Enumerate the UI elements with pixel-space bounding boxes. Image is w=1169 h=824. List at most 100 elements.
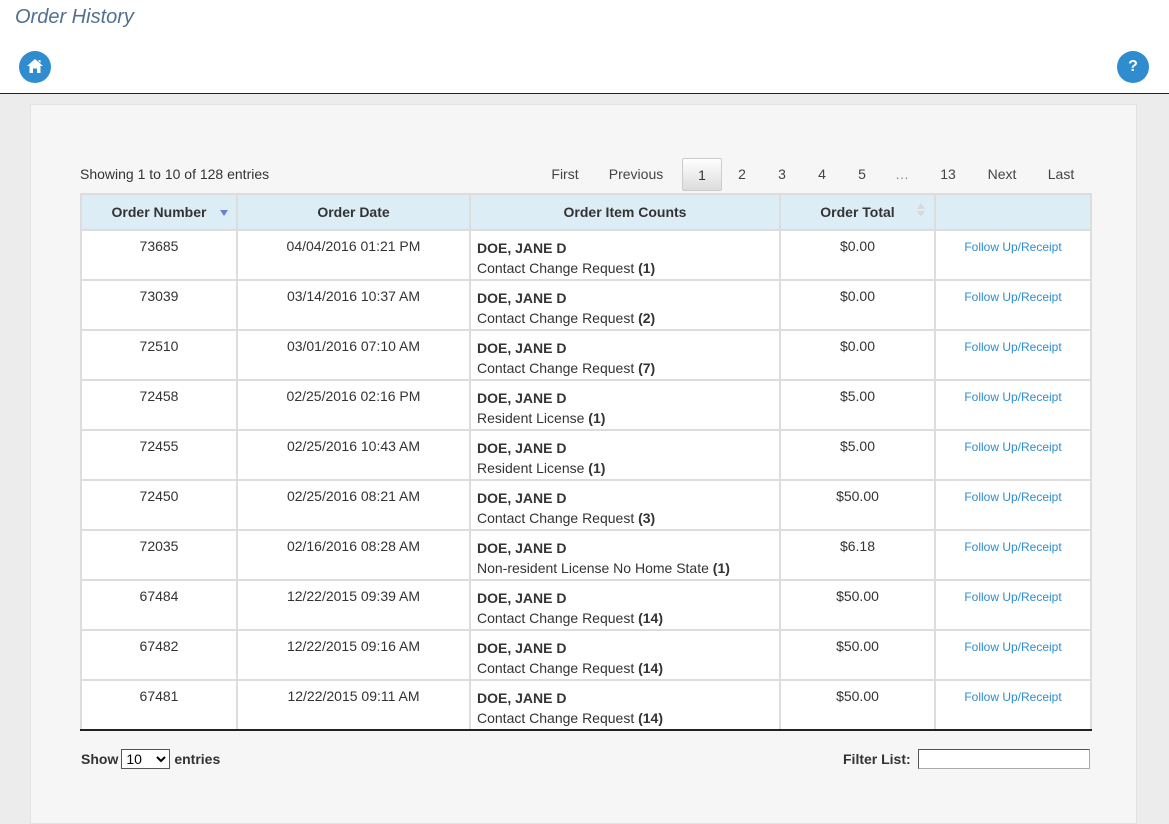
order-items-cell: DOE, JANE D Contact Change Request (14)	[469, 629, 781, 681]
item-count: (1)	[588, 460, 606, 476]
item-count: (2)	[638, 310, 656, 326]
action-cell: Follow Up/Receipt	[934, 229, 1092, 281]
column-header-label: Order Date	[317, 204, 390, 220]
entries-label: entries	[174, 751, 221, 767]
item-count: (3)	[638, 510, 656, 526]
item-type: Contact Change Request	[477, 710, 635, 726]
order-date-cell: 12/22/2015 09:11 AM	[236, 679, 471, 731]
order-number-cell: 73685	[80, 229, 238, 281]
item-line: Contact Change Request (14)	[477, 608, 778, 628]
customer-name: DOE, JANE D	[477, 440, 567, 456]
action-cell: Follow Up/Receipt	[934, 429, 1092, 481]
item-line: Contact Change Request (14)	[477, 658, 778, 678]
help-button[interactable]: ?	[1117, 51, 1149, 83]
pagination-page-5[interactable]: 5	[842, 158, 882, 191]
order-items-cell: DOE, JANE D Non-resident License No Home …	[469, 529, 781, 581]
pagination: First Previous 1 2 3 4 5 … 13 Next Last	[540, 158, 1092, 191]
pagination-page-2[interactable]: 2	[722, 158, 762, 191]
home-button[interactable]	[19, 51, 51, 83]
filter-input[interactable]	[917, 749, 1090, 769]
action-cell: Follow Up/Receipt	[934, 579, 1092, 631]
order-number-cell: 72455	[80, 429, 238, 481]
order-date-cell: 02/25/2016 10:43 AM	[236, 429, 471, 481]
order-total-cell: $5.00	[779, 379, 936, 431]
order-date-cell: 03/01/2016 07:10 AM	[236, 329, 471, 381]
action-cell: Follow Up/Receipt	[934, 679, 1092, 731]
follow-up-receipt-link[interactable]: Follow Up/Receipt	[937, 488, 1089, 504]
order-number-cell: 72458	[80, 379, 238, 431]
order-number-cell: 72035	[80, 529, 238, 581]
item-line: Resident License (1)	[477, 408, 778, 428]
follow-up-receipt-link[interactable]: Follow Up/Receipt	[937, 588, 1089, 604]
follow-up-receipt-link[interactable]: Follow Up/Receipt	[937, 238, 1089, 254]
item-count: (14)	[638, 660, 664, 676]
follow-up-receipt-link[interactable]: Follow Up/Receipt	[937, 338, 1089, 354]
column-header-item-counts[interactable]: Order Item Counts	[469, 193, 781, 231]
item-type: Non-resident License No Home State	[477, 560, 709, 576]
follow-up-receipt-link[interactable]: Follow Up/Receipt	[937, 688, 1089, 704]
pagination-last[interactable]: Last	[1030, 158, 1092, 191]
table-row: 67482 12/22/2015 09:16 AM DOE, JANE D Conta…	[80, 629, 1092, 681]
show-label: Show	[81, 751, 119, 767]
column-header-order-total[interactable]: Order Total	[779, 193, 936, 231]
pagination-first[interactable]: First	[540, 158, 590, 191]
order-date-cell: 12/22/2015 09:39 AM	[236, 579, 471, 631]
pagination-page-1[interactable]: 1	[682, 158, 722, 191]
order-total-cell: $6.18	[779, 529, 936, 581]
item-line: Non-resident License No Home State (1)	[477, 558, 778, 578]
item-count: (1)	[712, 560, 730, 576]
pagination-ellipsis: …	[895, 166, 909, 182]
customer-name: DOE, JANE D	[477, 540, 567, 556]
entries-per-page-select[interactable]: 10	[121, 749, 171, 769]
page-header: Order History ?	[0, 0, 1169, 94]
column-header-order-number[interactable]: Order Number	[80, 193, 238, 231]
item-type: Resident License	[477, 410, 585, 426]
customer-name: DOE, JANE D	[477, 590, 567, 606]
order-items-cell: DOE, JANE D Contact Change Request (2)	[469, 279, 781, 331]
follow-up-receipt-link[interactable]: Follow Up/Receipt	[937, 638, 1089, 654]
order-items-cell: DOE, JANE D Resident License (1)	[469, 429, 781, 481]
item-line: Contact Change Request (3)	[477, 508, 778, 528]
customer-name: DOE, JANE D	[477, 240, 567, 256]
column-header-action	[934, 193, 1092, 231]
item-line: Contact Change Request (7)	[477, 358, 778, 378]
customer-name: DOE, JANE D	[477, 390, 567, 406]
pagination-next[interactable]: Next	[974, 158, 1030, 191]
item-count: (14)	[638, 710, 664, 726]
pagination-page-13[interactable]: 13	[922, 158, 974, 191]
pagination-previous[interactable]: Previous	[590, 158, 682, 191]
order-number-cell: 67481	[80, 679, 238, 731]
pagination-page-4[interactable]: 4	[802, 158, 842, 191]
order-number-cell: 72510	[80, 329, 238, 381]
table-row: 73039 03/14/2016 10:37 AM DOE, JANE D Conta…	[80, 279, 1092, 331]
order-date-cell: 02/16/2016 08:28 AM	[236, 529, 471, 581]
order-date-cell: 02/25/2016 02:16 PM	[236, 379, 471, 431]
sort-descending-icon	[220, 210, 228, 216]
item-line: Contact Change Request (14)	[477, 708, 778, 728]
item-type: Contact Change Request	[477, 610, 635, 626]
item-line: Contact Change Request (2)	[477, 308, 778, 328]
column-header-label: Order Item Counts	[563, 204, 687, 220]
order-number-cell: 73039	[80, 279, 238, 331]
order-items-cell: DOE, JANE D Contact Change Request (1)	[469, 229, 781, 281]
table-row: 72458 02/25/2016 02:16 PM DOE, JANE D Resid…	[80, 379, 1092, 431]
item-count: (14)	[638, 610, 664, 626]
order-items-cell: DOE, JANE D Contact Change Request (14)	[469, 679, 781, 731]
order-total-cell: $50.00	[779, 679, 936, 731]
item-line: Resident License (1)	[477, 458, 778, 478]
order-history-table: Order Number Order Date Order Item Count…	[80, 193, 1092, 731]
follow-up-receipt-link[interactable]: Follow Up/Receipt	[937, 388, 1089, 404]
pagination-page-3[interactable]: 3	[762, 158, 802, 191]
follow-up-receipt-link[interactable]: Follow Up/Receipt	[937, 538, 1089, 554]
table-info: Showing 1 to 10 of 128 entries	[80, 166, 270, 182]
column-header-order-date[interactable]: Order Date	[236, 193, 471, 231]
follow-up-receipt-link[interactable]: Follow Up/Receipt	[937, 438, 1089, 454]
order-date-cell: 04/04/2016 01:21 PM	[236, 229, 471, 281]
order-number-cell: 72450	[80, 479, 238, 531]
item-count: (1)	[588, 410, 606, 426]
follow-up-receipt-link[interactable]: Follow Up/Receipt	[937, 288, 1089, 304]
table-row: 72035 02/16/2016 08:28 AM DOE, JANE D Non-r…	[80, 529, 1092, 581]
action-cell: Follow Up/Receipt	[934, 629, 1092, 681]
order-total-cell: $50.00	[779, 579, 936, 631]
action-cell: Follow Up/Receipt	[934, 329, 1092, 381]
